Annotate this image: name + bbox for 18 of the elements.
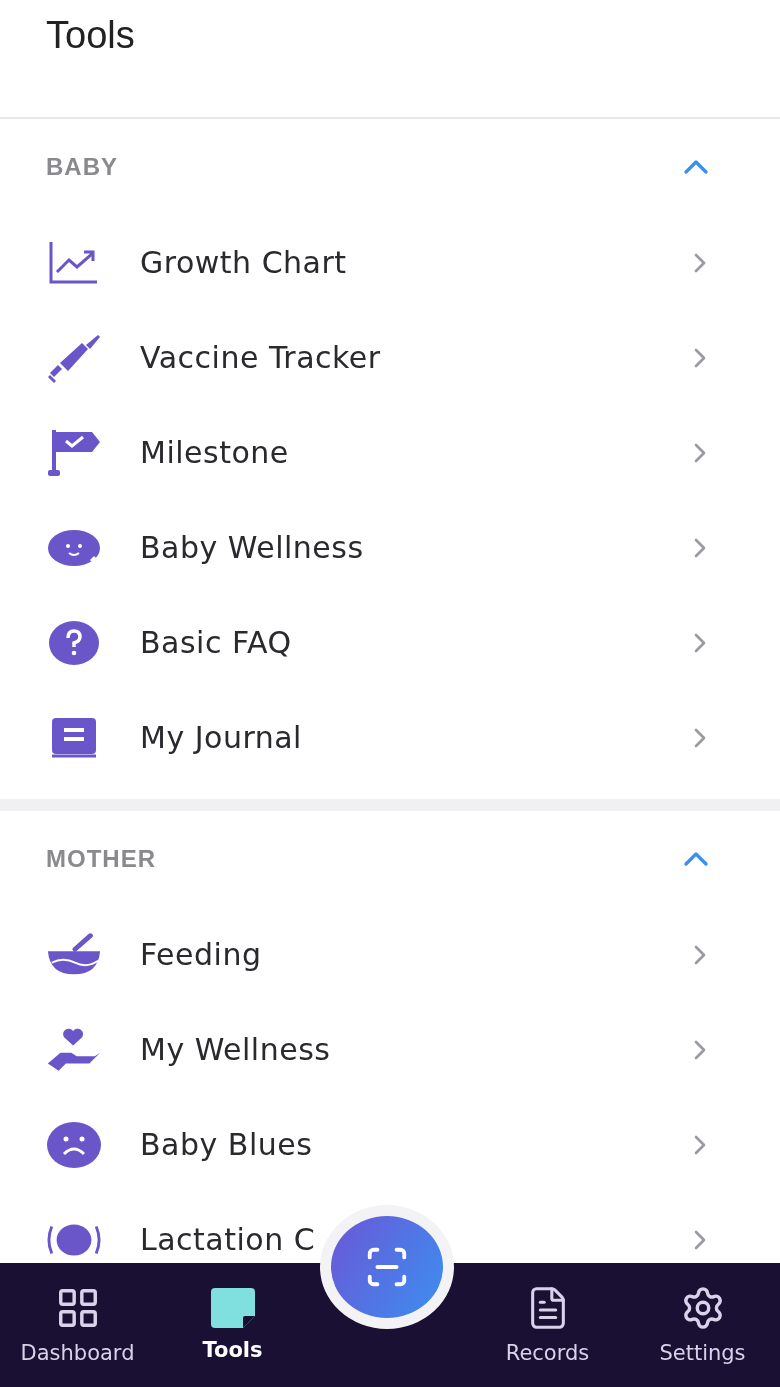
section-title: MOTHER: [46, 845, 156, 873]
nav-tab[interactable]: Settings: [625, 1277, 780, 1373]
tool-list-item[interactable]: Baby Wellness: [0, 500, 780, 595]
page-title: Tools: [46, 14, 135, 57]
nav-tab[interactable]: Dashboard: [0, 1277, 155, 1373]
tool-list-item[interactable]: Milestone: [0, 405, 780, 500]
nav-tab[interactable]: Tools: [155, 1280, 310, 1370]
tool-list-item[interactable]: Vaccine Tracker: [0, 310, 780, 405]
tool-list-item[interactable]: Growth Chart: [0, 215, 780, 310]
tool-list-item[interactable]: Baby Blues: [0, 1097, 780, 1192]
section-title: BABY: [46, 153, 118, 181]
tool-list-item[interactable]: Lactation C: [0, 1192, 780, 1263]
tool-list-item[interactable]: My Journal: [0, 690, 780, 785]
tool-list-item[interactable]: Feeding: [0, 907, 780, 1002]
tool-list-item[interactable]: Basic FAQ: [0, 595, 780, 690]
note-icon: [210, 1288, 255, 1328]
tool-list-item[interactable]: My Wellness: [0, 1002, 780, 1097]
nav-tab[interactable]: Records: [470, 1277, 625, 1373]
